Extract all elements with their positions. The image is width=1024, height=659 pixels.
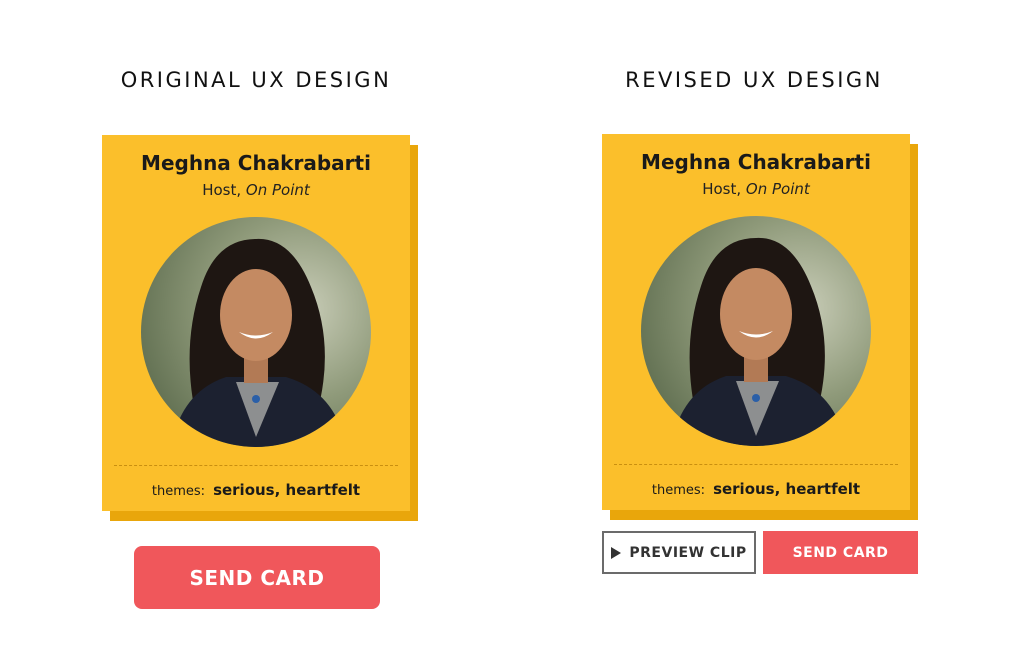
card-themes: themes: serious, heartfelt <box>102 481 410 499</box>
card-show-name: On Point <box>745 180 810 198</box>
themes-label: themes: <box>151 484 206 499</box>
card-role-prefix: Host, <box>202 181 246 199</box>
card-face: Meghna Chakrabarti Host, On Point themes… <box>602 134 910 510</box>
card-role: Host, On Point <box>102 181 410 199</box>
themes-value: serious, heartfelt <box>713 480 861 498</box>
host-photo <box>141 217 371 447</box>
preview-clip-label: PREVIEW CLIP <box>629 544 747 561</box>
card-name: Meghna Chakrabarti <box>641 150 871 174</box>
preview-clip-button[interactable]: PREVIEW CLIP <box>602 531 756 574</box>
send-card-button[interactable]: SEND CARD <box>134 546 380 609</box>
host-photo <box>641 216 871 446</box>
card-show-name: On Point <box>245 181 310 199</box>
revised-card: Meghna Chakrabarti Host, On Point themes… <box>602 134 918 520</box>
revised-heading: REVISED UX DESIGN <box>625 68 883 92</box>
themes-value: serious, heartfelt <box>213 481 361 499</box>
card-name: Meghna Chakrabarti <box>141 151 371 175</box>
card-divider <box>614 464 898 465</box>
original-heading: ORIGINAL UX DESIGN <box>120 68 392 92</box>
card-role: Host, On Point <box>602 180 910 198</box>
card-divider <box>114 465 398 466</box>
card-role-prefix: Host, <box>702 180 746 198</box>
card-themes: themes: serious, heartfelt <box>602 480 910 498</box>
themes-label: themes: <box>651 483 706 498</box>
play-icon <box>611 546 622 559</box>
original-card: Meghna Chakrabarti Host, On Point themes… <box>102 135 418 521</box>
card-face: Meghna Chakrabarti Host, On Point themes… <box>102 135 410 511</box>
send-card-button[interactable]: SEND CARD <box>763 531 918 574</box>
